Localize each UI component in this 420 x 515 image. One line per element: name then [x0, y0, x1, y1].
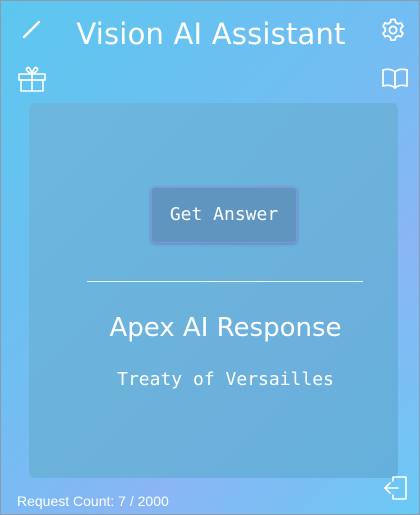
get-answer-button[interactable]: Get Answer	[151, 187, 297, 243]
gift-icon[interactable]	[17, 65, 47, 93]
divider	[87, 281, 363, 282]
gear-icon[interactable]	[380, 17, 406, 43]
logout-icon[interactable]	[383, 474, 409, 502]
book-icon[interactable]	[381, 67, 409, 91]
request-count: Request Count: 7 / 2000	[17, 493, 169, 509]
response-text: Treaty of Versailles	[117, 369, 334, 390]
response-title: Apex AI Response	[109, 313, 342, 343]
response-card: Get Answer Apex AI Response Treaty of Ve…	[29, 103, 398, 478]
app-title: Vision AI Assistant	[76, 17, 346, 51]
assistant-panel: Vision AI Assistant Get Answer Apex AI R…	[0, 0, 420, 515]
